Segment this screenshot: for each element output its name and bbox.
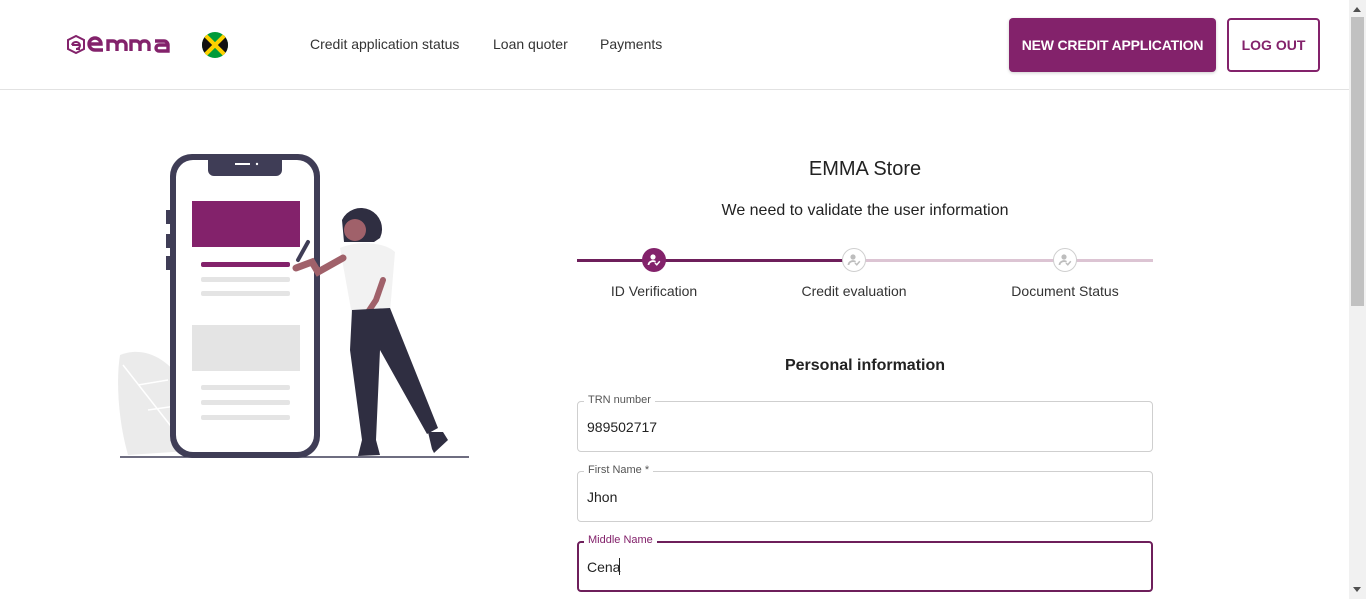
store-title: EMMA Store: [808, 158, 922, 180]
nav-payments[interactable]: Payments: [600, 36, 662, 52]
personal-information-heading: Personal information: [784, 357, 946, 374]
scroll-down-arrow-icon[interactable]: [1353, 587, 1361, 592]
emma-logo-icon[interactable]: [67, 33, 191, 55]
middle-name-field[interactable]: Middle Name: [577, 534, 1153, 592]
top-header: Credit application status Loan quoter Pa…: [0, 0, 1349, 90]
stepper-progress-track: [577, 259, 843, 262]
progress-stepper: ID Verification Credit evaluation Docume…: [577, 246, 1153, 306]
middle-name-label: Middle Name: [584, 534, 657, 546]
validation-subtitle: We need to validate the user information: [721, 202, 1009, 219]
text-caret: [619, 558, 620, 575]
first-name-input[interactable]: [587, 489, 1127, 505]
step-label-id-verification: ID Verification: [610, 283, 698, 299]
trn-number-label: TRN number: [584, 394, 655, 406]
nav-loan-quoter[interactable]: Loan quoter: [493, 36, 568, 52]
scroll-up-arrow-icon[interactable]: [1353, 7, 1361, 12]
nav-credit-application-status[interactable]: Credit application status: [310, 36, 459, 52]
jamaica-flag-icon: [202, 32, 228, 58]
trn-number-input[interactable]: [587, 419, 1127, 435]
trn-number-field[interactable]: TRN number: [577, 394, 1153, 452]
phone-woman-illustration: [118, 154, 469, 458]
step-document-status-user-check-icon: [1053, 248, 1077, 272]
logout-button[interactable]: LOG OUT: [1227, 18, 1320, 72]
step-label-document-status: Document Status: [1011, 283, 1119, 299]
new-credit-application-button[interactable]: NEW CREDIT APPLICATION: [1009, 18, 1216, 72]
first-name-label: First Name *: [584, 464, 654, 476]
step-id-verification-user-check-icon: [642, 248, 666, 272]
step-label-credit-evaluation: Credit evaluation: [801, 283, 907, 299]
scrollbar-thumb[interactable]: [1351, 17, 1364, 306]
middle-name-input[interactable]: [587, 559, 1127, 575]
step-credit-evaluation-user-check-icon: [842, 248, 866, 272]
first-name-field[interactable]: First Name *: [577, 464, 1153, 522]
stepper-remaining-track: [843, 259, 1153, 262]
